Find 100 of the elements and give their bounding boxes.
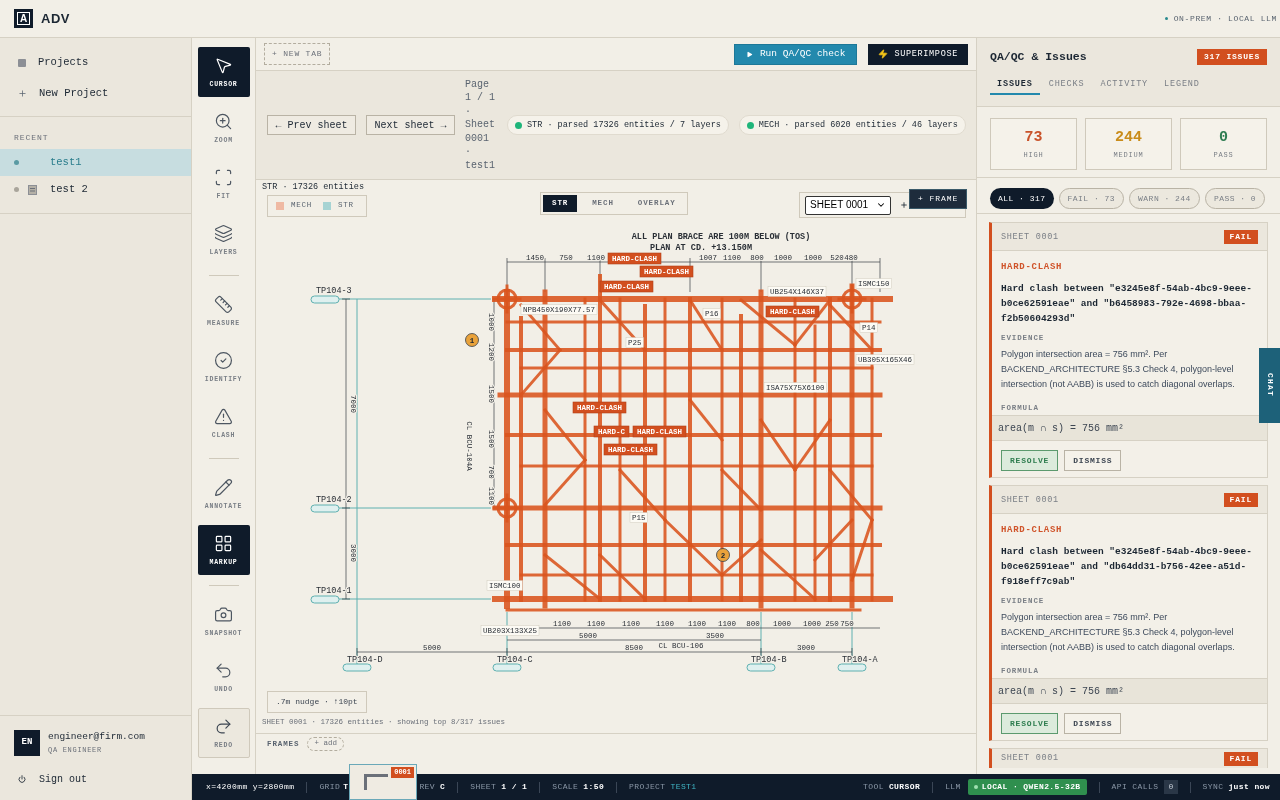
status-label: SCALE	[552, 781, 579, 793]
issue-count-badge: 317 ISSUES	[1197, 49, 1267, 65]
issue-type: HARD-CLASH	[1001, 524, 1064, 536]
page-info: Page 1 / 1 · Sheet 0001 · test1	[465, 78, 496, 172]
grid-label: TP104-D	[347, 655, 383, 665]
projects-link[interactable]: Projects	[0, 50, 191, 75]
add-frame-button[interactable]: + FRAME	[909, 189, 968, 209]
recent-project-item[interactable]: test1	[0, 149, 191, 176]
status-label: LLM	[945, 781, 961, 793]
api-count: 0	[1164, 780, 1178, 794]
status-value: just now	[1228, 781, 1270, 793]
filter-chip[interactable]: ALL · 317	[990, 188, 1054, 209]
lightning-icon	[878, 49, 889, 59]
sheet-label: SHEET 0001	[1001, 493, 1059, 506]
status-value: 1:50	[583, 781, 605, 793]
evidence-text: Polygon intersection area = 756 mm². Per BACKEND_ARCHITECTURE §5.3 Check 4, polygon-level intersection (not AABB) is used to catch diagonal overlaps.	[1001, 348, 1236, 391]
status-label: GRID	[319, 781, 341, 793]
panel-title: QA/QC & Issues	[990, 49, 1087, 66]
grid-label: TP104-1	[316, 586, 352, 596]
status-label: SYNC	[1202, 781, 1224, 793]
prev-sheet-button[interactable]: ← Prev sheet	[267, 115, 356, 135]
filter-chip[interactable]: PASS · 0	[1204, 188, 1266, 209]
frame-preview-drawing	[364, 774, 388, 790]
check-circle-icon	[214, 350, 233, 370]
sheet-icon	[28, 184, 37, 195]
entity-count: STR · 17326 entities	[262, 182, 365, 193]
user-email: engineer@firm.com	[48, 731, 145, 743]
app-name: ADV	[41, 9, 70, 28]
grid-label: TP104-C	[497, 655, 533, 665]
panel-tab[interactable]: ACTIVITY	[1093, 75, 1156, 95]
fit-corners-icon	[214, 167, 233, 187]
plus-icon	[18, 89, 27, 98]
formula-box: area(m ∩ s) = 756 mm²	[992, 678, 1267, 704]
grid-label: TP104-A	[842, 655, 878, 665]
issue-description: Hard clash between "e3245e8f-54ab-4bc9-9eee-b0ce62591eae" and "db64dd31-b756-42ee-a51d-f918eff7c9ab"	[1001, 545, 1253, 589]
resolve-button[interactable]: RESOLVE	[1001, 450, 1059, 471]
sheet-label: SHEET 0001	[1001, 230, 1059, 243]
status-value: T	[343, 781, 349, 793]
panel-tab[interactable]: ISSUES	[990, 75, 1040, 95]
filter-chip[interactable]: WARN · 244	[1129, 188, 1200, 209]
stat-value: 73	[1024, 129, 1043, 145]
drawing-note: ALL PLAN BRACE ARE 100M BELOW (TOS)	[631, 232, 811, 242]
new-project-link[interactable]: New Project	[0, 81, 191, 106]
zoom-in-icon	[214, 111, 233, 131]
sign-out-button[interactable]: Sign out	[14, 769, 91, 789]
deployment-label: ON-PREM · LOCAL LLM	[1173, 12, 1277, 25]
cursor-icon	[214, 55, 233, 75]
power-icon	[18, 775, 26, 783]
grid-label: TP104-3	[316, 286, 352, 296]
chevron-down-icon	[876, 200, 886, 210]
panel-tab[interactable]: CHECKS	[1041, 75, 1092, 95]
filter-chip[interactable]: FAIL · 73	[1058, 188, 1125, 209]
user-avatar: EN	[14, 730, 40, 756]
resolve-button[interactable]: RESOLVE	[1001, 713, 1059, 734]
status-label: REV	[419, 781, 436, 793]
grid-label: TP104-B	[751, 655, 787, 665]
next-sheet-button[interactable]: Next sheet →	[366, 115, 455, 135]
status-label: TOOL	[863, 781, 884, 793]
dismiss-button[interactable]: DISMISS	[1064, 713, 1122, 734]
panel-tab[interactable]: LEGEND	[1157, 75, 1207, 95]
grid-label: TP104-2	[316, 495, 352, 505]
pencil-icon	[214, 477, 233, 497]
status-label: SHEET	[470, 781, 497, 793]
issue-type: HARD-CLASH	[1001, 261, 1064, 273]
chat-tab[interactable]: CHAT	[1259, 348, 1280, 423]
app-logo: A	[14, 9, 33, 28]
nudge-hint: .7m nudge · ↑10pt	[267, 691, 367, 713]
parse-status-text: STR · parsed 17326 entities / 7 layers	[527, 118, 721, 132]
status-label: API CALLS	[1111, 781, 1159, 793]
sheet-label: SHEET 0001	[1001, 752, 1059, 764]
grid-icon	[214, 533, 233, 553]
dismiss-button[interactable]: DISMISS	[1064, 450, 1122, 471]
recent-project-item[interactable]: test 2	[0, 176, 191, 203]
parse-status-text: MECH · parsed 6020 entities / 46 layers	[758, 118, 958, 132]
stat-value: 0	[1219, 129, 1228, 145]
layers-icon	[214, 223, 233, 243]
cursor-coordinates: x=4200mm y=2800mm	[206, 781, 295, 793]
status-value: CURSOR	[888, 781, 921, 793]
status-badge: FAIL	[1223, 752, 1258, 766]
play-icon	[745, 50, 753, 58]
superimpose-button[interactable]: SUPERIMPOSE	[868, 43, 968, 65]
status-value: C	[440, 781, 446, 793]
stat-value: 244	[1115, 129, 1142, 145]
section-heading: RECENT	[13, 133, 50, 143]
drawing-note: PLAN AT CD. +13.150M	[650, 243, 752, 253]
new-tab-button[interactable]: + NEW TAB	[264, 43, 331, 65]
run-check-button[interactable]: Run QA/QC check	[733, 43, 858, 65]
square-icon	[18, 58, 26, 67]
project-link[interactable]: TEST1	[670, 781, 697, 793]
status-badge: FAIL	[1223, 492, 1258, 507]
status-badge: FAIL	[1223, 229, 1258, 244]
llm-name: LOCAL · QWEN2.5-32B	[981, 781, 1081, 793]
status-label: PROJECT	[629, 781, 666, 793]
ruler-icon	[214, 294, 233, 314]
plus-icon	[900, 201, 908, 209]
sheet-select[interactable]: SHEET 0001	[805, 195, 891, 215]
evidence-text: Polygon intersection area = 756 mm². Per BACKEND_ARCHITECTURE §5.3 Check 4, polygon-level intersection (not AABB) is used to catch diagonal overlaps.	[1001, 611, 1236, 654]
status-value: 1 / 1	[501, 781, 528, 793]
formula-box: area(m ∩ s) = 756 mm²	[992, 415, 1267, 441]
issue-description: Hard clash between "e3245e8f-54ab-4bc9-9eee-b0ce62591eae" and "b6458983-792e-4698-bbaa-f2b50604293d"	[1001, 282, 1253, 326]
